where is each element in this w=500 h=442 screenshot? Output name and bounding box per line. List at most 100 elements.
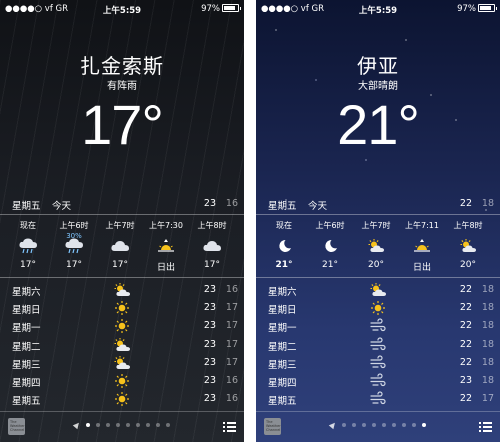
moon-icon: [274, 238, 294, 254]
daily-row: 星期一 22 18: [256, 318, 500, 336]
partly-sunny-icon: [112, 282, 132, 298]
day-high: 22: [459, 284, 472, 295]
day-name: 星期五: [268, 396, 297, 408]
battery-status: 97%: [201, 4, 241, 14]
moon-icon: [320, 238, 340, 254]
day-low: 17: [225, 338, 238, 350]
daily-row: 星期四 23 16: [0, 373, 244, 391]
list-menu-icon[interactable]: [223, 422, 236, 432]
status-bar: ●●●●○ vf GR 上午5:59 97%: [256, 0, 500, 18]
day-low: 17: [481, 393, 494, 405]
today-day: 星期五: [268, 201, 297, 212]
page-dot[interactable]: [96, 423, 100, 427]
page-dot[interactable]: [422, 423, 426, 427]
page-dot[interactable]: [372, 423, 376, 427]
day-name: 星期六: [268, 287, 297, 298]
page-dot[interactable]: [106, 423, 110, 427]
battery-icon: [222, 4, 241, 12]
today-label: 今天: [308, 201, 328, 212]
day-name: 星期三: [268, 359, 297, 371]
page-dot[interactable]: [126, 423, 130, 427]
current-location-icon[interactable]: [328, 420, 338, 430]
daily-row: 星期五 22 17: [256, 391, 500, 409]
daily-row: 星期日 22 18: [256, 300, 500, 318]
day-low: 17: [225, 320, 238, 332]
hour-time: 上午7:30: [149, 221, 183, 230]
page-dot[interactable]: [146, 423, 150, 427]
sun-icon: [112, 300, 132, 316]
hourly-item: 上午8时 20°: [445, 215, 491, 277]
hour-temp: 日出: [156, 263, 175, 273]
hour-time: 上午7时: [105, 221, 135, 230]
battery-percent: 97%: [457, 4, 476, 14]
day-name: 星期五: [12, 396, 41, 408]
daily-row: 星期六 23 16: [0, 282, 244, 300]
day-name: 星期一: [12, 323, 41, 335]
hourly-item: 上午8时 17°: [189, 215, 235, 277]
hour-temp: 17°: [112, 260, 128, 270]
daily-row: 星期一 23 17: [0, 318, 244, 336]
daily-row: 星期二 23 17: [0, 337, 244, 355]
day-high: 23: [203, 338, 216, 350]
sun-icon: [368, 300, 388, 316]
hour-time: 上午8时: [197, 221, 227, 230]
partly-sunny-icon: [458, 238, 478, 254]
page-dot[interactable]: [352, 423, 356, 427]
page-indicator[interactable]: [0, 420, 244, 430]
day-high: 23: [203, 356, 216, 368]
page-dot[interactable]: [156, 423, 160, 427]
sunrise-icon: [156, 238, 176, 254]
city-name: 伊亚: [357, 54, 399, 78]
current-location-icon[interactable]: [72, 420, 82, 430]
hourly-item: 现在 17°: [5, 215, 51, 277]
page-dot[interactable]: [412, 423, 416, 427]
today-label: 今天: [52, 201, 72, 212]
day-high: 23: [203, 320, 216, 332]
day-low: 16: [225, 375, 238, 386]
hourly-item: 上午7时 17°: [97, 215, 143, 277]
day-low: 18: [481, 284, 494, 295]
daily-row: 星期五 23 16: [0, 391, 244, 409]
today-high: 22: [459, 198, 472, 209]
hourly-forecast[interactable]: 现在 17° 上午6时 30% 17° 上午7时 17° 上午7:30 日出 上午8时 17°: [0, 214, 244, 278]
page-dot[interactable]: [342, 423, 346, 427]
page-dot[interactable]: [136, 423, 140, 427]
cloud-icon: [202, 238, 222, 254]
day-low: 16: [225, 284, 238, 295]
wind-icon: [368, 318, 388, 334]
page-dot[interactable]: [402, 423, 406, 427]
day-name: 星期日: [12, 305, 41, 317]
city-name: 扎金索斯: [80, 54, 164, 78]
hourly-forecast[interactable]: 现在 21° 上午6时 21° 上午7时 20° 上午7:11 日出 上午8时 20°: [256, 214, 500, 278]
hourly-item: 上午6时 30% 17°: [51, 215, 97, 277]
page-dot[interactable]: [382, 423, 386, 427]
page-dot[interactable]: [166, 423, 170, 427]
bottom-toolbar: The Weather Channel: [256, 411, 500, 442]
page-indicator[interactable]: [256, 420, 500, 430]
list-menu-icon[interactable]: [479, 422, 492, 432]
hour-temp: 17°: [20, 260, 36, 270]
today-row: 星期五 今天 23 16: [0, 196, 244, 212]
day-name: 星期二: [268, 341, 297, 353]
partly-sunny-icon: [112, 355, 132, 371]
weather-condition: 大部晴朗: [358, 81, 398, 92]
hour-temp: 17°: [66, 260, 82, 270]
weather-screen-oia[interactable]: ●●●●○ vf GR 上午5:59 97% 伊亚 大部晴朗 21° 星期五 今天 22 18 现在…: [256, 0, 500, 442]
page-dot[interactable]: [392, 423, 396, 427]
weather-screen-zakynthos[interactable]: ●●●●○ vf GR 上午5:59 97% 扎金索斯 有阵雨 17° 星期五 今天 23 16 现…: [0, 0, 244, 442]
today-high: 23: [203, 198, 216, 209]
day-name: 星期四: [268, 378, 297, 389]
daily-row: 星期四 23 18: [256, 373, 500, 391]
day-name: 星期二: [12, 341, 41, 353]
current-temperature: 21°: [337, 93, 420, 156]
wind-icon: [368, 373, 388, 389]
status-bar: ●●●●○ vf GR 上午5:59 97%: [0, 0, 244, 18]
rain-cloud-icon: [64, 238, 84, 254]
hour-temp: 日出: [412, 263, 431, 273]
hour-temp: 20°: [368, 260, 384, 270]
page-dot[interactable]: [86, 423, 90, 427]
page-dot[interactable]: [362, 423, 366, 427]
day-low: 18: [481, 356, 494, 368]
sun-icon: [112, 391, 132, 407]
page-dot[interactable]: [116, 423, 120, 427]
